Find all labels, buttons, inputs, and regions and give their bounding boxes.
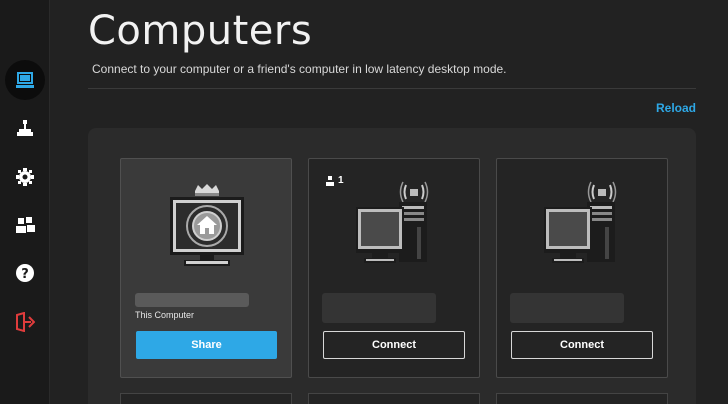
user-icon	[326, 175, 334, 186]
connect-button[interactable]: Connect	[511, 331, 653, 359]
page-subtitle: Connect to your computer or a friend's c…	[92, 62, 507, 76]
sidebar-item-settings[interactable]	[5, 157, 45, 197]
gear-icon	[16, 168, 34, 186]
desktop-computer-icon	[544, 181, 617, 263]
computer-card-own: This Computer Share	[120, 158, 292, 378]
sidebar-item-computers[interactable]	[5, 60, 45, 100]
computer-name-placeholder	[510, 293, 624, 323]
sidebar-item-games[interactable]	[5, 108, 45, 148]
computer-name-placeholder	[135, 293, 249, 307]
share-button[interactable]: Share	[136, 331, 277, 359]
user-count: 1	[325, 175, 344, 186]
page-title: Computers	[88, 8, 313, 54]
computer-card-partial	[496, 393, 668, 404]
friends-icon	[16, 217, 35, 233]
connect-button[interactable]: Connect	[323, 331, 465, 359]
sidebar-item-help[interactable]: ?	[5, 253, 45, 293]
help-icon: ?	[16, 264, 34, 282]
reload-link[interactable]: Reload	[656, 101, 696, 115]
computer-card: Connect	[496, 158, 668, 378]
computer-name-placeholder	[322, 293, 436, 323]
sidebar-item-logout[interactable]	[5, 302, 45, 342]
computer-card-partial	[120, 393, 292, 404]
computer-label: This Computer	[135, 310, 195, 320]
joystick-icon	[17, 120, 33, 136]
computer-card-partial	[308, 393, 480, 404]
divider	[88, 88, 696, 89]
sidebar-item-friends[interactable]	[5, 205, 45, 245]
desktop-computer-icon	[356, 181, 429, 263]
logout-icon	[16, 312, 35, 332]
svg-text:?: ?	[21, 267, 29, 282]
sidebar: ?	[0, 0, 50, 404]
computer-card: 1 Connect	[308, 158, 480, 378]
computer-icon	[16, 72, 34, 88]
monitor-home-icon	[170, 184, 244, 266]
user-count-value: 1	[338, 175, 344, 186]
